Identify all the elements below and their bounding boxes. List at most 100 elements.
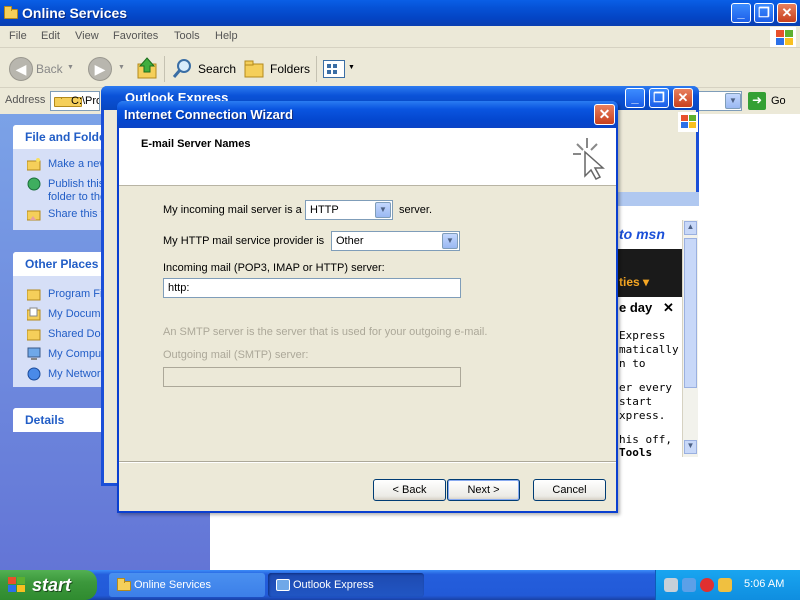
search-icon[interactable] [172,57,194,79]
menu-bar: File Edit View Favorites Tools Help [0,26,800,48]
provider-select[interactable]: Other ▼ [331,231,460,251]
folders-button-label[interactable]: Folders [270,62,310,76]
toolbar: ◀ Back ▼ ▶ ▼ Search Folders ▼ [0,48,800,88]
scroll-up-icon[interactable]: ▲ [684,221,697,235]
incoming-server-input[interactable] [163,278,461,298]
place-program-files[interactable]: Program Files [13,285,113,305]
tip-text-line: n to [619,357,646,370]
explorer-title-bar[interactable]: Online Services _ ❐ ✕ [0,0,800,26]
task-make-new-folder[interactable]: Make a new folder [13,155,113,175]
taskbar-item-label: Online Services [134,579,212,591]
outgoing-server-field[interactable] [164,368,460,386]
file-folder-tasks-heading[interactable]: File and Folder Tasks [13,125,113,149]
other-places-panel: Other Places Program Files My Documents … [13,252,113,387]
place-my-documents[interactable]: My Documents [13,305,113,325]
msn-link[interactable]: to msn [619,226,665,242]
forward-dropdown-icon[interactable]: ▼ [118,64,125,71]
chevron-down-icon[interactable]: ▼ [375,202,391,218]
toolbar-separator [164,56,165,82]
windows-logo-icon [770,27,796,47]
smtp-info-text: An SMTP server is the server that is use… [163,326,488,338]
place-shared-documents[interactable]: Shared Documents [13,325,113,345]
outlook-maximize-button[interactable]: ❐ [649,88,669,108]
wizard-close-button[interactable]: ✕ [594,104,615,125]
tip-close-icon[interactable]: ✕ [663,300,674,316]
outgoing-server-input[interactable] [163,367,461,387]
volume-tray-icon[interactable] [718,578,732,592]
outgoing-server-label: Outgoing mail (SMTP) server: [163,349,309,361]
scroll-thumb[interactable] [684,238,697,388]
other-places-heading[interactable]: Other Places [13,252,113,276]
wizard-body: My incoming mail server is a HTTP ▼ serv… [119,187,616,461]
folders-icon[interactable] [244,60,266,78]
tip-text-line: er every [619,381,672,394]
wizard-title-bar[interactable]: Internet Connection Wizard ✕ [117,101,618,128]
cancel-button[interactable]: Cancel [533,479,606,501]
back-button[interactable]: < Back [373,479,446,501]
menu-tools[interactable]: Tools [174,30,200,42]
task-share-folder[interactable]: Share this folder [13,205,113,225]
go-button-label[interactable]: Go [771,95,786,107]
place-my-computer[interactable]: My Computer [13,345,113,365]
wizard-title: Internet Connection Wizard [124,107,293,122]
system-tray: 5:06 AM [655,570,800,600]
taskbar: start Online Services Outlook Express 5:… [0,570,800,600]
start-button[interactable]: start [0,570,97,600]
up-folder-icon[interactable] [136,56,158,80]
chevron-down-icon[interactable]: ▼ [442,233,458,249]
back-dropdown-icon[interactable]: ▼ [67,64,74,71]
network-icon [27,367,41,381]
views-icon[interactable] [323,60,345,78]
scroll-down-icon[interactable]: ▼ [684,440,697,454]
start-label: start [32,575,72,595]
folder-icon [4,6,18,19]
address-input-end[interactable]: ▼ [697,91,742,111]
outlook-close-button[interactable]: ✕ [673,88,693,108]
tip-text-line: xpress. [619,409,666,422]
connection-tray-icon[interactable] [682,578,696,592]
forward-arrow-icon[interactable]: ▶ [88,57,112,81]
taskbar-item-outlook-express[interactable]: Outlook Express [268,573,424,597]
menu-help[interactable]: Help [215,30,238,42]
network-tray-icon[interactable] [664,578,678,592]
globe-icon [27,177,41,191]
minimize-button[interactable]: _ [731,3,751,23]
incoming-server-field[interactable] [164,279,460,297]
share-folder-icon [26,207,41,221]
taskbar-item-online-services[interactable]: Online Services [109,573,265,597]
incoming-type-suffix: server. [399,204,433,216]
address-dropdown-icon[interactable]: ▼ [725,93,741,109]
details-heading[interactable]: Details [13,408,113,432]
outlook-banner-text[interactable]: ties ▾ [619,275,649,289]
security-alert-icon[interactable] [700,578,714,592]
task-publish-folder[interactable]: Publish this folder to the Web [13,175,113,205]
go-arrow-icon[interactable]: ➜ [748,92,766,110]
menu-edit[interactable]: Edit [41,30,60,42]
wizard-separator [119,461,616,463]
tip-text-line: matically [619,343,679,356]
back-arrow-icon[interactable]: ◀ [9,57,33,81]
next-button[interactable]: Next > [447,479,520,501]
close-button[interactable]: ✕ [777,3,797,23]
new-folder-icon [26,157,41,171]
maximize-button[interactable]: ❐ [754,3,774,23]
tip-text-line: his off, [619,433,672,446]
outlook-scrollbar[interactable]: ▲ ▼ [682,220,698,457]
menu-file[interactable]: File [9,30,27,42]
tip-text-line: Tools [619,446,653,459]
toolbar-separator [316,56,317,82]
place-my-network-places[interactable]: My Network Places [13,365,113,385]
incoming-type-label: My incoming mail server is a [163,204,302,216]
menu-favorites[interactable]: Favorites [113,30,158,42]
outlook-icon [276,579,290,591]
wizard-cursor-icon [567,134,607,180]
search-button-label[interactable]: Search [198,62,236,76]
views-dropdown-icon[interactable]: ▼ [348,64,355,71]
outlook-minimize-button[interactable]: _ [625,88,645,108]
provider-label: My HTTP mail service provider is [163,235,325,247]
back-button-label[interactable]: Back [36,62,63,76]
windows-logo-icon [678,112,698,132]
menu-view[interactable]: View [75,30,99,42]
address-input[interactable]: C:\Pro [50,91,100,111]
incoming-server-type-select[interactable]: HTTP ▼ [305,200,393,220]
